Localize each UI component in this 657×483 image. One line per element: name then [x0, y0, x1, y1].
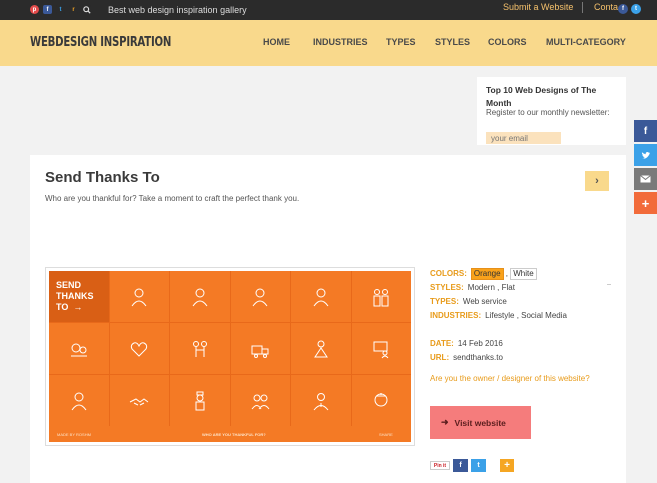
twitter-icon[interactable]: t — [471, 459, 486, 472]
person-icon — [230, 271, 290, 322]
top-bar: p f t r Best web design inspiration gall… — [0, 0, 657, 20]
page-title: Send Thanks To — [45, 169, 160, 186]
types-value[interactable]: Web service — [463, 297, 507, 306]
person-icon — [109, 271, 169, 322]
twitter-icon[interactable]: t — [631, 4, 641, 14]
doctor-icon — [291, 375, 351, 426]
styles-row: STYLES: Modern , Flat — [430, 283, 515, 292]
post-card: Send Thanks To Who are you thankful for?… — [30, 155, 626, 483]
next-post-button[interactable]: › — [585, 171, 609, 191]
screenshot-headline: SEND THANKS TO → — [49, 271, 109, 322]
pinterest-pin-button[interactable]: Pin it — [430, 461, 450, 470]
person-icon — [170, 271, 230, 322]
url-value[interactable]: sendthanks.to — [453, 353, 503, 362]
floating-share-bar: f + — [634, 120, 657, 216]
more-share-icon[interactable]: + — [634, 192, 657, 214]
types-row: TYPES: Web service — [430, 297, 507, 306]
styles-label: STYLES: — [430, 283, 464, 292]
newsletter-box: Top 10 Web Designs of The Month Register… — [477, 77, 626, 145]
truck-icon — [230, 323, 290, 374]
industries-label: INDUSTRIES: — [430, 311, 482, 320]
nav-home[interactable]: HOME — [263, 37, 290, 47]
facebook-icon[interactable]: f — [618, 4, 628, 14]
twitter-icon[interactable]: t — [56, 5, 65, 14]
date-value: 14 Feb 2016 — [457, 339, 503, 348]
person-icon — [291, 271, 351, 322]
footer-share: SHARE — [379, 432, 393, 437]
visit-label: Visit website — [454, 417, 506, 428]
handshake-icon — [109, 375, 169, 426]
industries-value[interactable]: Lifestyle , Social Media — [485, 311, 567, 320]
divider — [607, 284, 611, 285]
pets-icon — [49, 323, 109, 374]
email-icon[interactable] — [634, 168, 657, 190]
arrow-right-icon: › — [595, 175, 599, 187]
nav-industries[interactable]: INDUSTRIES — [313, 37, 368, 47]
twitter-icon[interactable] — [634, 144, 657, 166]
date-row: DATE: 14 Feb 2016 — [430, 339, 503, 348]
colors-row: COLORS: Orange , White — [430, 268, 537, 280]
visit-website-button[interactable]: ➜ Visit website — [430, 406, 531, 439]
date-label: DATE: — [430, 339, 454, 348]
types-label: TYPES: — [430, 297, 459, 306]
nav-multi-category[interactable]: MULTI-CATEGORY — [546, 37, 626, 47]
newsletter-text: Register to our monthly newsletter: — [486, 108, 610, 117]
contact-link[interactable]: Conta — [594, 2, 618, 12]
arrow-right-icon: ➜ — [441, 417, 449, 427]
couple-icon — [170, 323, 230, 374]
site-tagline: Best web design inspiration gallery — [108, 5, 247, 15]
url-label: URL: — [430, 353, 450, 362]
email-field[interactable] — [486, 132, 561, 144]
family-icon — [351, 271, 411, 322]
styles-value[interactable]: Modern , Flat — [468, 283, 515, 292]
presenter-icon — [351, 323, 411, 374]
owner-claim-link[interactable]: Are you the owner / designer of this web… — [430, 374, 590, 383]
soldier-icon — [170, 375, 230, 426]
screenshot-image: SEND THANKS TO → MADE BY ROSHM WHO ARE Y… — [49, 271, 411, 442]
nav-types[interactable]: TYPES — [386, 37, 416, 47]
facebook-icon[interactable]: f — [634, 120, 657, 142]
site-logo[interactable]: WEBDESIGN INSPIRATION — [30, 35, 171, 50]
website-screenshot[interactable]: SEND THANKS TO → MADE BY ROSHM WHO ARE Y… — [45, 267, 415, 446]
workers-icon — [230, 375, 290, 426]
facebook-icon[interactable]: f — [453, 459, 468, 472]
top-icons: p f t r — [30, 5, 91, 14]
screenshot-footer: MADE BY ROSHM WHO ARE YOU THANKFUL FOR? … — [49, 426, 411, 442]
top-social: f t — [618, 4, 641, 14]
headline-line: TO → — [56, 302, 83, 312]
more-share-icon[interactable]: + — [500, 459, 514, 472]
pinterest-icon[interactable]: p — [30, 5, 39, 14]
teacher-icon — [291, 323, 351, 374]
page-subtitle: Who are you thankful for? Take a moment … — [45, 194, 300, 203]
footer-credit: MADE BY ROSHM — [57, 432, 91, 437]
facebook-icon[interactable]: f — [43, 5, 52, 14]
headline-line: SEND — [56, 280, 82, 290]
heart-icon — [109, 323, 169, 374]
url-row: URL: sendthanks.to — [430, 353, 503, 362]
color-tag-orange[interactable]: Orange — [470, 268, 504, 280]
divider — [582, 2, 583, 13]
person-icon — [49, 375, 109, 426]
industries-row: INDUSTRIES: Lifestyle , Social Media — [430, 311, 567, 320]
share-row: Pin it f t + — [430, 459, 514, 472]
site-header: WEBDESIGN INSPIRATION HOME INDUSTRIES TY… — [0, 20, 657, 66]
colors-label: COLORS: — [430, 269, 467, 278]
search-icon[interactable] — [82, 5, 91, 14]
color-tag-white[interactable]: White — [510, 268, 537, 280]
nav-colors[interactable]: COLORS — [488, 37, 527, 47]
footer-question: WHO ARE YOU THANKFUL FOR? — [202, 432, 266, 437]
nav-styles[interactable]: STYLES — [435, 37, 470, 47]
headline-line: THANKS — [56, 291, 94, 301]
submit-website-link[interactable]: Submit a Website — [503, 2, 573, 12]
rss-icon[interactable]: r — [69, 5, 78, 14]
newsletter-title: Top 10 Web Designs of The Month — [486, 85, 597, 108]
nurse-icon — [351, 375, 411, 426]
